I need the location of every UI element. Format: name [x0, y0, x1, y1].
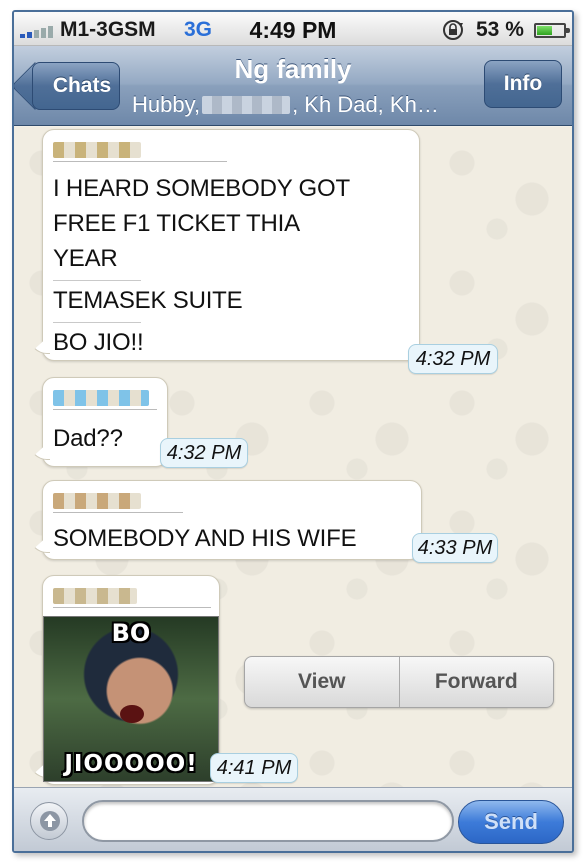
subtitle-end: , Kh Dad, Kh… — [292, 92, 439, 117]
line-separator — [53, 280, 141, 281]
image-face-detail — [120, 705, 144, 723]
battery-icon — [534, 23, 570, 38]
redacted-name — [202, 96, 291, 114]
upload-arrow-icon — [40, 811, 60, 831]
message-bubble[interactable]: Dad?? — [42, 377, 168, 467]
image-caption-top: BO — [111, 619, 151, 647]
group-members[interactable]: Hubby, , Kh Dad, Kh… — [132, 92, 462, 118]
back-button-wrap: Chats — [14, 46, 134, 126]
sender-name-redacted — [53, 140, 227, 162]
view-button[interactable]: View — [245, 657, 399, 707]
message-line: BO JIO!! — [53, 329, 144, 356]
message-bubble[interactable]: I HEARD SOMEBODY GOT FREE F1 TICKET THIA… — [42, 129, 420, 361]
redacted-sender — [53, 588, 137, 604]
message-timestamp: 4:41 PM — [210, 753, 298, 783]
message-line: YEAR — [53, 245, 118, 272]
message-bubble[interactable]: SOMEBODY AND HIS WIFE — [42, 480, 422, 560]
status-bar: M1-3GSM 3G 4:49 PM 53 % — [14, 12, 572, 46]
message-line: TEMASEK SUITE — [53, 287, 243, 314]
forward-button[interactable]: Forward — [398, 657, 554, 707]
screenshot-frame: M1-3GSM 3G 4:49 PM 53 % Chats Ng family … — [0, 0, 586, 863]
image-action-bar: View Forward — [244, 656, 554, 708]
battery-fill — [537, 26, 552, 35]
image-caption-bottom: JIOOOOO! — [64, 751, 198, 777]
message-line: SOMEBODY AND HIS WIFE — [53, 525, 357, 552]
rotation-lock-icon — [443, 20, 463, 40]
sender-name-redacted — [53, 586, 211, 608]
meme-image-thumbnail[interactable]: BO JIOOOOO! — [43, 616, 219, 782]
redacted-sender — [53, 142, 141, 158]
message-line: FREE F1 TICKET THIA — [53, 210, 300, 237]
message-timestamp: 4:33 PM — [412, 533, 498, 563]
line-separator — [53, 322, 141, 323]
sender-name-redacted — [53, 491, 183, 513]
message-timestamp: 4:32 PM — [408, 344, 498, 374]
info-button[interactable]: Info — [484, 60, 562, 108]
message-line: Dad?? — [53, 425, 123, 452]
image-message-bubble[interactable]: BO JIOOOOO! — [42, 575, 220, 785]
redacted-sender — [53, 493, 141, 509]
chat-area[interactable]: I HEARD SOMEBODY GOT FREE F1 TICKET THIA… — [14, 127, 572, 791]
sender-name-redacted — [53, 388, 157, 410]
phone-screen: M1-3GSM 3G 4:49 PM 53 % Chats Ng family … — [12, 10, 574, 853]
chats-back-button[interactable]: Chats — [32, 62, 120, 110]
message-timestamp: 4:32 PM — [160, 438, 248, 468]
compose-bar: Send — [14, 787, 572, 851]
redacted-sender — [53, 390, 149, 406]
attach-button[interactable] — [30, 802, 68, 840]
battery-percent: 53 % — [476, 18, 524, 41]
subtitle-start: Hubby, — [132, 92, 201, 117]
send-button[interactable]: Send — [458, 800, 564, 844]
navigation-bar: Chats Ng family Hubby, , Kh Dad, Kh… Inf… — [14, 46, 572, 126]
message-line: I HEARD SOMEBODY GOT — [53, 175, 350, 202]
message-input[interactable] — [82, 800, 454, 842]
